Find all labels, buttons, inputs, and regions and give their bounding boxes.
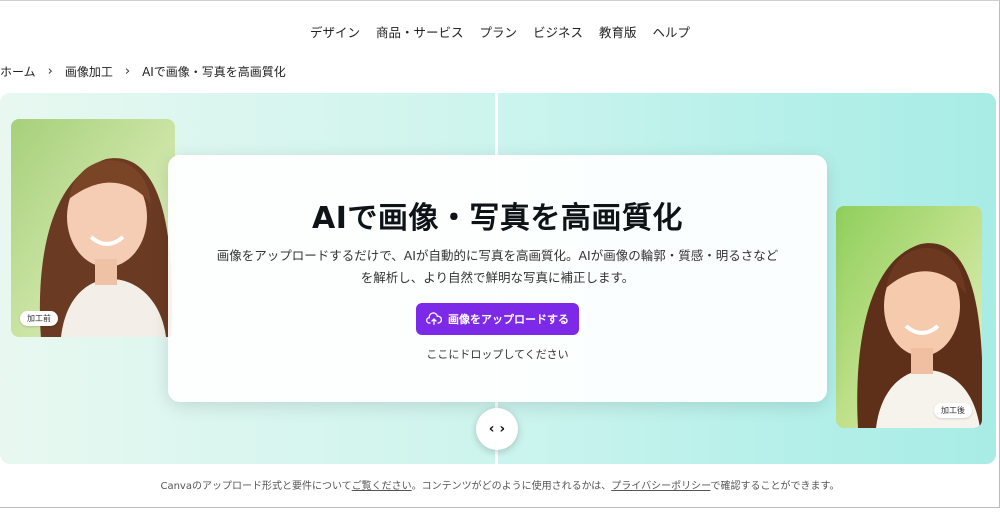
footer-text-1: Canvaのアップロード形式と要件について — [160, 481, 352, 492]
upload-footer-note: Canvaのアップロード形式と要件についてご覧ください。コンテンツがどのように使… — [0, 477, 1000, 492]
footer-text-2: 。コンテンツがどのように使用されるかは、 — [411, 481, 612, 492]
portrait-image-after — [836, 206, 982, 428]
breadcrumb: ホーム › 画像加工 › AIで画像・写真を高画質化 — [0, 63, 286, 80]
breadcrumb-image-editing[interactable]: 画像加工 — [65, 63, 113, 80]
description-line-1: 画像をアップロードするだけで、AIが自動的に写真を高画質化。AIが画像の輪郭・質… — [216, 248, 779, 263]
hero-description: 画像をアップロードするだけで、AIが自動的に写真を高画質化。AIが画像の輪郭・質… — [208, 245, 787, 289]
chevron-right-icon: › — [47, 64, 53, 79]
nav-item-products[interactable]: 商品・サービス — [376, 22, 464, 41]
hero-section: 加工前 加工後 AIで画像・写真を高画質化 画像をアップロードするだけで、AIが… — [0, 93, 996, 464]
page-title: AIで画像・写真を高画質化 — [312, 201, 683, 236]
upload-card: AIで画像・写真を高画質化 画像をアップロードするだけで、AIが自動的に写真を高… — [168, 155, 827, 402]
nav-item-business[interactable]: ビジネス — [533, 22, 583, 41]
nav-item-education[interactable]: 教育版 — [599, 22, 637, 41]
requirements-link[interactable]: ご覧ください — [352, 481, 412, 492]
top-nav: デザイン 商品・サービス プラン ビジネス 教育版 ヘルプ — [0, 22, 1000, 41]
compare-slider-handle[interactable]: ‹ › — [476, 408, 518, 450]
nav-item-help[interactable]: ヘルプ — [653, 22, 691, 41]
nav-item-plans[interactable]: プラン — [479, 22, 517, 41]
chevron-right-icon: › — [124, 64, 131, 79]
before-label: 加工前 — [20, 311, 58, 326]
privacy-policy-link[interactable]: プライバシーポリシー — [611, 481, 710, 492]
footer-text-3: で確認することができます。 — [710, 481, 840, 492]
description-line-2: を解析し、より自然で鮮明な写真に補正します。 — [360, 270, 635, 285]
after-label: 加工後 — [934, 403, 972, 418]
nav-item-design[interactable]: デザイン — [310, 22, 360, 41]
portrait-image-before — [11, 119, 175, 337]
upload-button-label: 画像をアップロードする — [448, 313, 569, 326]
cloud-upload-icon — [426, 312, 442, 325]
drop-zone-text: ここにドロップしてください — [426, 348, 569, 361]
before-photo: 加工前 — [11, 119, 175, 337]
upload-image-button[interactable]: 画像をアップロードする — [416, 303, 579, 335]
after-photo: 加工後 — [836, 206, 982, 428]
breadcrumb-current: AIで画像・写真を高画質化 — [142, 65, 286, 79]
breadcrumb-home[interactable]: ホーム — [0, 63, 36, 80]
